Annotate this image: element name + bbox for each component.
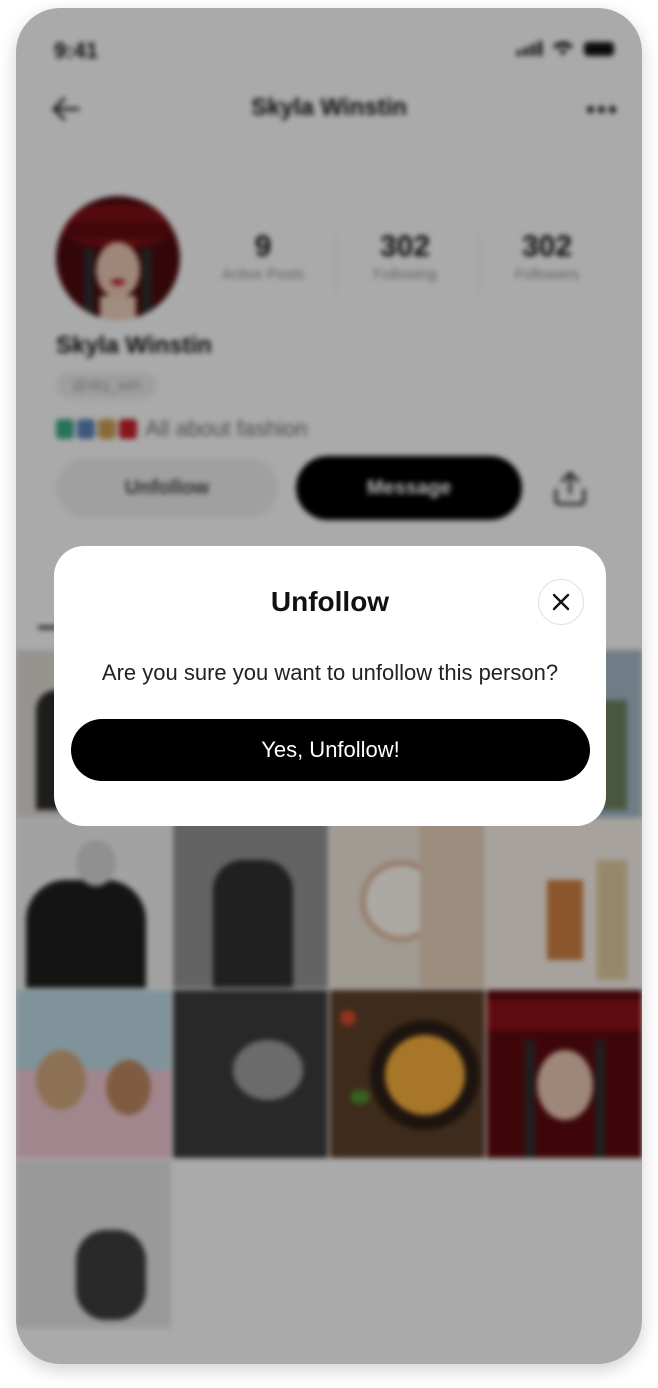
close-icon [552, 593, 570, 611]
close-button[interactable] [538, 579, 584, 625]
unfollow-dialog: Unfollow Are you sure you want to unfoll… [54, 546, 606, 826]
confirm-unfollow-button[interactable]: Yes, Unfollow! [71, 719, 590, 781]
dialog-title: Unfollow [270, 586, 390, 617]
dialog-message: Are you sure you want to unfollow this p… [101, 660, 559, 685]
